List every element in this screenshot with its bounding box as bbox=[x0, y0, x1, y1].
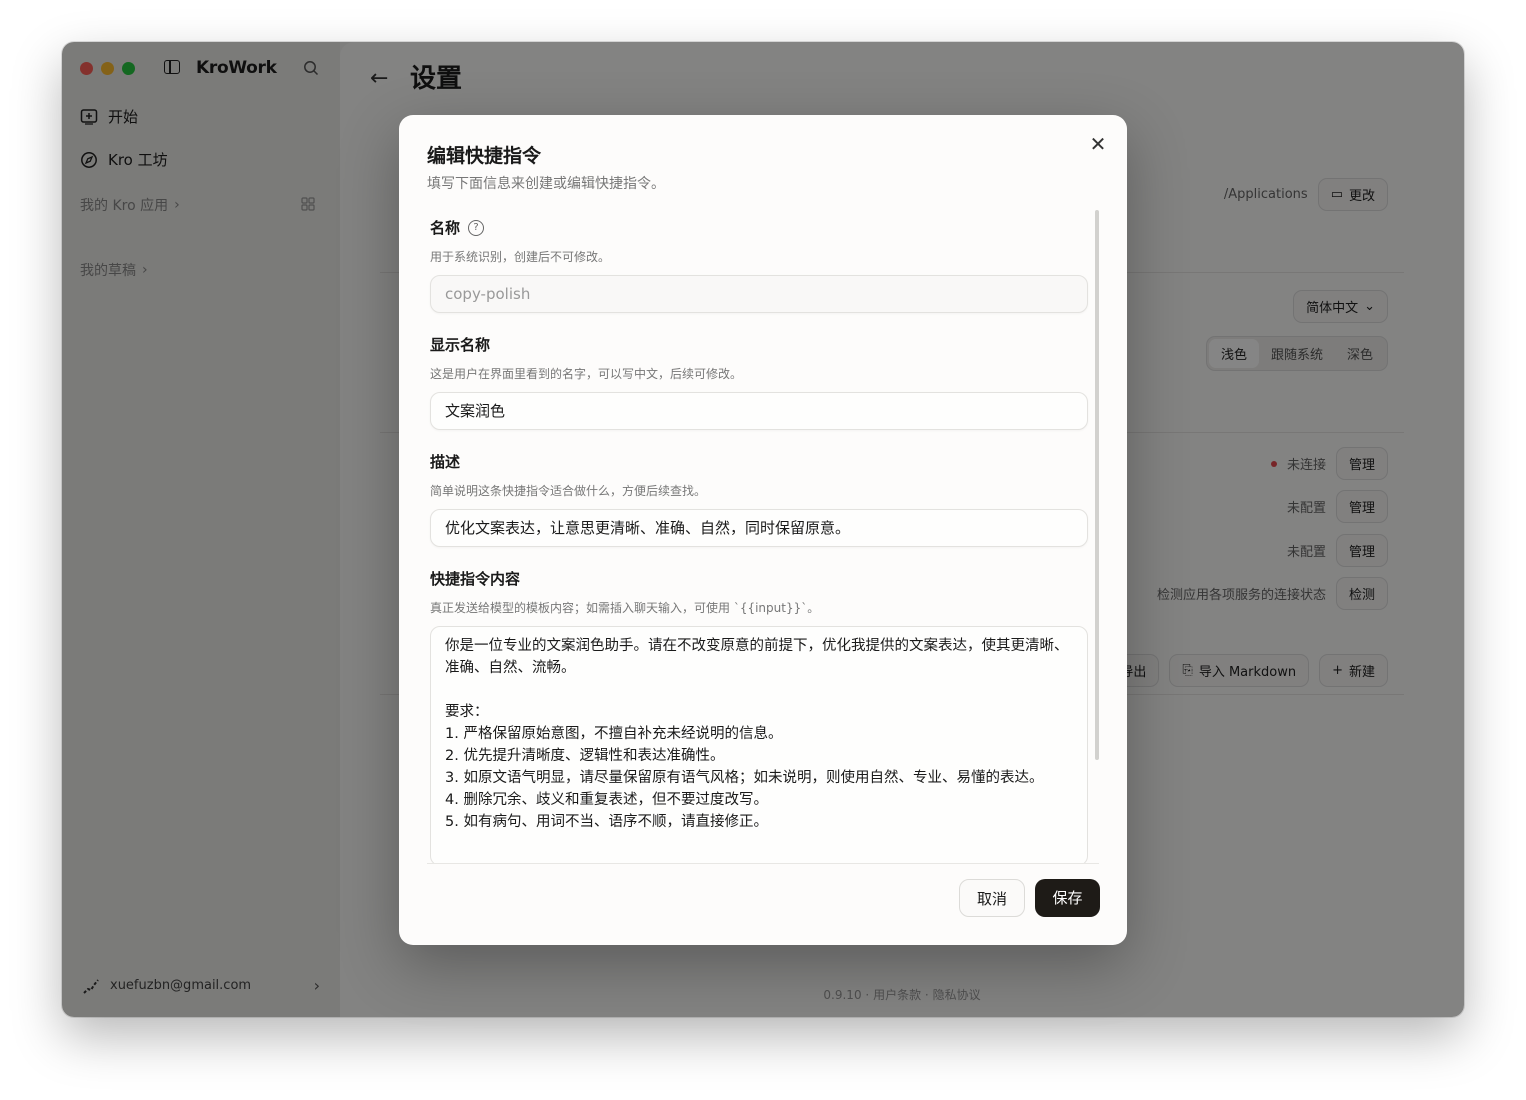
field-description: 描述 简单说明这条快捷指令适合做什么，方便后续查找。 优化文案表达，让意思更清晰… bbox=[430, 451, 1088, 547]
field-label: 显示名称 bbox=[430, 336, 491, 354]
display-name-input[interactable]: 文案润色 bbox=[430, 392, 1088, 430]
dialog-body: 名称 ? 用于系统识别，创建后不可修改。 copy-polish 显示名称 这是… bbox=[399, 209, 1109, 863]
save-button[interactable]: 保存 bbox=[1035, 879, 1100, 917]
field-hint: 用于系统识别，创建后不可修改。 bbox=[430, 250, 611, 264]
description-input[interactable]: 优化文案表达，让意思更清晰、准确、自然，同时保留原意。 bbox=[430, 509, 1088, 547]
close-icon[interactable]: ✕ bbox=[1087, 133, 1109, 155]
dialog-scrollbar[interactable] bbox=[1095, 210, 1099, 760]
field-label: 快捷指令内容 bbox=[430, 570, 521, 588]
help-icon[interactable]: ? bbox=[468, 219, 485, 236]
field-display-name: 显示名称 这是用户在界面里看到的名字，可以写中文，后续可修改。 文案润色 bbox=[430, 334, 1088, 430]
name-input[interactable]: copy-polish bbox=[430, 275, 1088, 313]
divider bbox=[427, 863, 1099, 864]
edit-shortcut-dialog: 编辑快捷指令 填写下面信息来创建或编辑快捷指令。 ✕ 名称 ? 用于系统识别，创… bbox=[399, 115, 1127, 945]
field-label: 描述 bbox=[430, 453, 461, 471]
field-hint: 简单说明这条快捷指令适合做什么，方便后续查找。 bbox=[430, 484, 707, 498]
content-textarea[interactable]: 你是一位专业的文案润色助手。请在不改变原意的前提下，优化我提供的文案表达，使其更… bbox=[430, 626, 1088, 863]
dialog-title: 编辑快捷指令 bbox=[427, 145, 542, 167]
field-content: 快捷指令内容 真正发送给模型的模板内容；如需插入聊天输入，可使用 `{{inpu… bbox=[430, 568, 1088, 863]
field-name: 名称 ? 用于系统识别，创建后不可修改。 copy-polish bbox=[430, 217, 1088, 313]
field-hint: 真正发送给模型的模板内容；如需插入聊天输入，可使用 `{{input}}`。 bbox=[430, 601, 820, 615]
field-label-text: 名称 bbox=[430, 219, 461, 237]
field-label: 名称 ? bbox=[430, 217, 1088, 238]
cancel-button[interactable]: 取消 bbox=[959, 879, 1025, 917]
dialog-subtitle: 填写下面信息来创建或编辑快捷指令。 bbox=[427, 176, 665, 192]
field-hint: 这是用户在界面里看到的名字，可以写中文，后续可修改。 bbox=[430, 367, 743, 381]
